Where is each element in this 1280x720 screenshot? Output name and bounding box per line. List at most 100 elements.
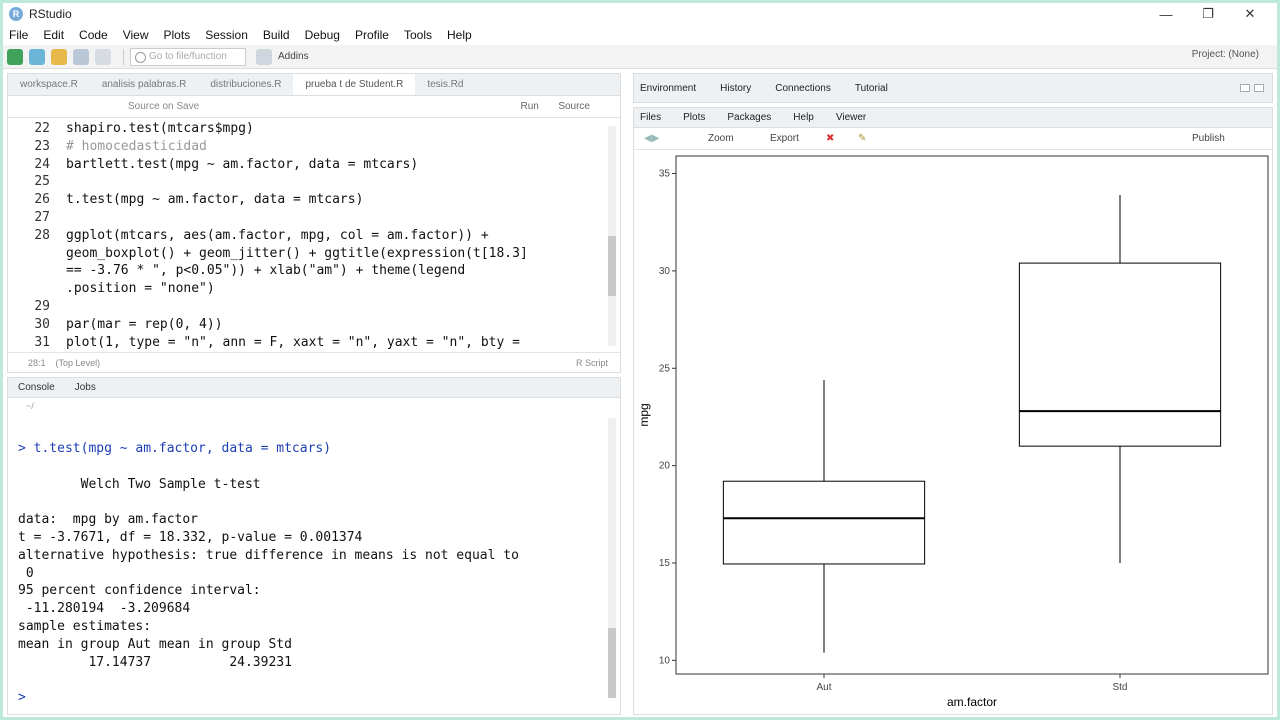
console-pane: Console Jobs ~/ > t.test(mpg ~ am.factor…: [7, 377, 621, 715]
new-project-icon[interactable]: [29, 48, 45, 65]
menu-view[interactable]: View: [123, 28, 149, 42]
plots-pane: Files Plots Packages Help Viewer ◀▶ Zoom…: [633, 107, 1273, 715]
open-file-icon[interactable]: [51, 48, 67, 65]
console-output-line: -11.280194 -3.209684: [18, 601, 191, 617]
tab-tutorial[interactable]: Tutorial: [855, 83, 888, 94]
console-output-line: sample estimates:: [18, 618, 152, 634]
new-file-icon[interactable]: [7, 48, 23, 65]
menu-file[interactable]: File: [9, 28, 28, 42]
code-text: geom_boxplot() + geom_jitter() + ggtitle…: [66, 245, 528, 261]
editor-scrollbar[interactable]: [608, 126, 616, 346]
cursor-position: 28:1: [28, 357, 46, 368]
clear-plots-icon[interactable]: ✎: [858, 133, 866, 144]
menu-debug[interactable]: Debug: [305, 28, 340, 42]
rstudio-window: R RStudio — ❐ ✕ File Edit Code View Plot…: [0, 0, 1280, 720]
code-text: == -3.76 * ", p<0.05")) + xlab("am") + t…: [66, 263, 466, 279]
console-output-line: mean in group Aut mean in group Std: [18, 636, 292, 652]
menu-profile[interactable]: Profile: [355, 28, 389, 42]
line-number: 24: [34, 156, 50, 172]
tab-packages[interactable]: Packages: [727, 112, 771, 123]
zoom-button[interactable]: Zoom: [708, 133, 734, 144]
console-tabstrip: Console Jobs: [8, 378, 620, 398]
x-tick-label: Std: [1112, 682, 1127, 693]
save-all-icon[interactable]: [95, 48, 111, 65]
box-aut: [722, 480, 926, 565]
plots-toolbar: ◀▶ Zoom Export ✖ ✎ Publish: [634, 128, 1272, 150]
maximize-pane-icon[interactable]: [1254, 84, 1264, 92]
console-scroll-thumb[interactable]: [608, 628, 616, 698]
back-arrow-icon[interactable]: ◀▶: [644, 133, 659, 144]
minimize-pane-icon[interactable]: [1240, 84, 1250, 92]
scope-indicator[interactable]: (Top Level): [56, 358, 101, 368]
line-number: 25: [34, 174, 50, 190]
menu-session[interactable]: Session: [205, 28, 248, 42]
remove-plot-icon[interactable]: ✖: [826, 133, 834, 144]
minimize-icon[interactable]: —: [1145, 7, 1187, 22]
grid-icon[interactable]: [256, 48, 272, 65]
plots-tabstrip: Files Plots Packages Help Viewer: [634, 108, 1272, 128]
tab-console[interactable]: Console: [18, 382, 55, 393]
menu-plots[interactable]: Plots: [164, 28, 191, 42]
export-button[interactable]: Export: [770, 133, 799, 144]
tab-editor-4[interactable]: tesis.Rd: [415, 79, 475, 90]
tab-jobs[interactable]: Jobs: [75, 382, 96, 393]
close-icon[interactable]: ✕: [1229, 6, 1271, 22]
project-menu[interactable]: Project: (None): [1192, 49, 1259, 60]
editor-toolbar: Source on Save Run Source: [8, 96, 620, 118]
menu-build[interactable]: Build: [263, 28, 290, 42]
code-text: ggplot(mtcars, aes(am.factor, mpg, col =…: [66, 227, 489, 243]
tab-editor-2[interactable]: distribuciones.R: [198, 79, 293, 90]
editor-scroll-thumb[interactable]: [608, 236, 616, 296]
console-output-line: Welch Two Sample t-test: [18, 476, 261, 492]
menu-code[interactable]: Code: [79, 28, 108, 42]
goto-file-input[interactable]: Go to file/function: [130, 47, 246, 66]
tab-editor-0[interactable]: workspace.R: [8, 79, 90, 90]
tab-history[interactable]: History: [720, 83, 751, 94]
menu-edit[interactable]: Edit: [43, 28, 64, 42]
console-output-line: 0: [18, 565, 34, 581]
restore-icon[interactable]: ❐: [1187, 6, 1229, 22]
tab-editor-1[interactable]: analisis palabras.R: [90, 79, 199, 90]
tab-viewer[interactable]: Viewer: [836, 112, 866, 123]
console-output[interactable]: > t.test(mpg ~ am.factor, data = mtcars)…: [18, 440, 608, 707]
menu-help[interactable]: Help: [447, 28, 472, 42]
source-on-save-checkbox[interactable]: Source on Save: [128, 101, 199, 112]
boxplot-chart: 10 15 20 25 30 35 Aut Std mpg am.factor: [637, 155, 1269, 709]
tab-plots[interactable]: Plots: [683, 112, 705, 123]
tab-files[interactable]: Files: [640, 112, 661, 123]
tab-help[interactable]: Help: [793, 112, 814, 123]
y-tick-label: 20: [659, 461, 671, 472]
y-tick-label: 10: [659, 655, 671, 666]
y-tick-label: 35: [659, 169, 671, 180]
line-number: 29: [34, 299, 50, 314]
y-axis-label: mpg: [637, 403, 651, 426]
tab-editor-3[interactable]: prueba t de Student.R: [293, 74, 416, 95]
x-axis-label: am.factor: [947, 695, 997, 709]
toolbar-divider: [123, 48, 124, 65]
tab-environment[interactable]: Environment: [640, 83, 696, 94]
source-editor-pane: workspace.R analisis palabras.R distribu…: [7, 73, 621, 373]
box-std: [1018, 262, 1222, 447]
console-scrollbar[interactable]: [608, 418, 616, 698]
env-pane-controls: [1240, 84, 1264, 92]
run-button[interactable]: Run: [521, 101, 539, 112]
tab-connections[interactable]: Connections: [775, 83, 831, 94]
console-output-line: 95 percent confidence interval:: [18, 583, 261, 599]
editor-status-bar: 28:1 (Top Level) R Script: [8, 352, 620, 372]
code-area[interactable]: 22 shapiro.test(mtcars$mpg) 23 # homocedast…: [8, 120, 608, 350]
code-text: .position = "none"): [66, 281, 215, 297]
menu-tools[interactable]: Tools: [404, 28, 432, 42]
save-icon[interactable]: [73, 48, 89, 65]
console-command: >: [18, 690, 26, 706]
console-command: > t.test(mpg ~ am.factor, data = mtcars): [18, 441, 332, 456]
code-text: par(mar = rep(0, 4)): [66, 316, 223, 332]
publish-button[interactable]: Publish: [1192, 133, 1225, 144]
source-button[interactable]: Source: [558, 101, 590, 112]
y-tick-label: 30: [659, 266, 671, 277]
file-type[interactable]: R Script: [576, 358, 608, 368]
code-text: shapiro.test(mtcars$mpg): [66, 121, 254, 136]
addins-button[interactable]: Addins: [278, 51, 309, 62]
line-number: 28: [34, 227, 50, 243]
